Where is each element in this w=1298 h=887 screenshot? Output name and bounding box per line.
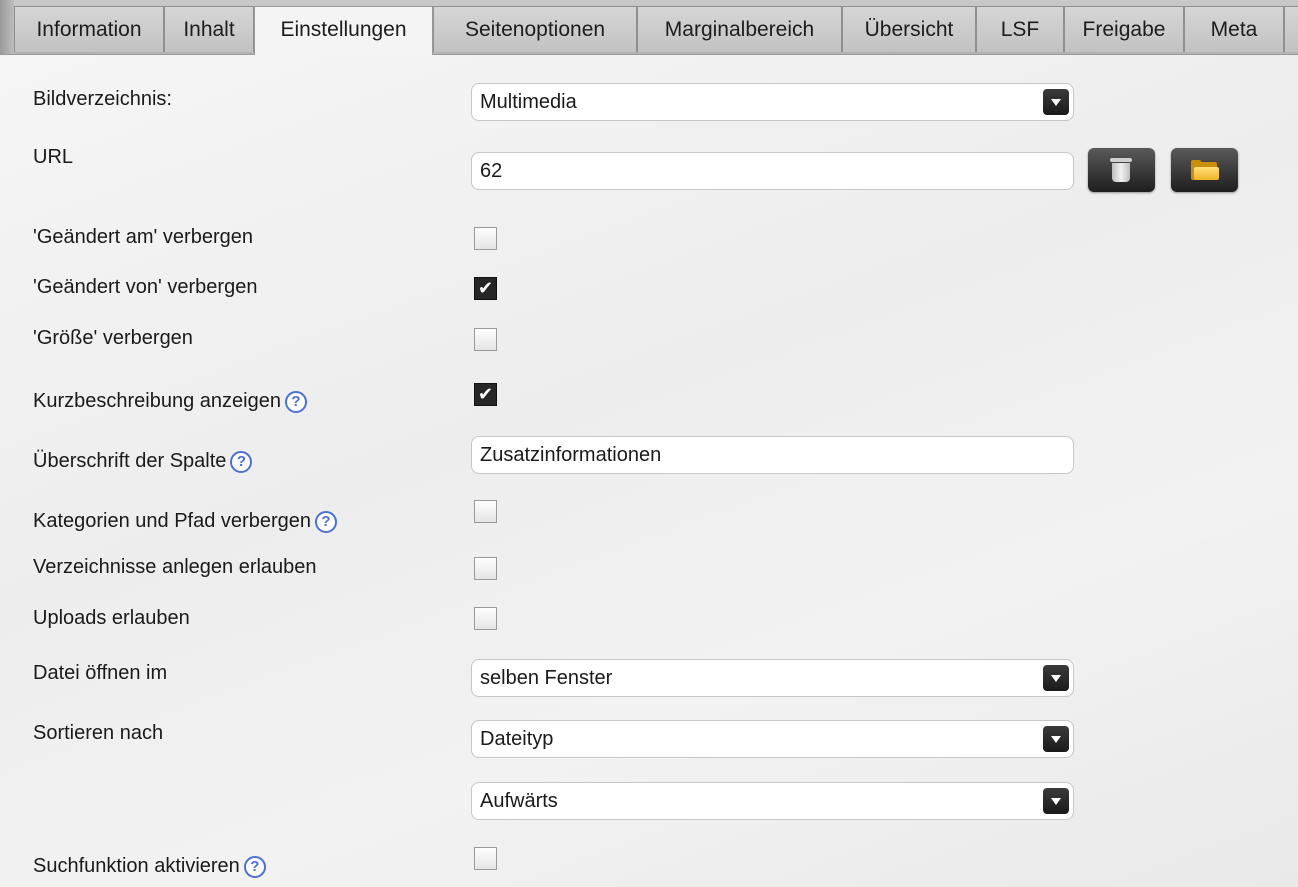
bildverzeichnis-value: Multimedia xyxy=(480,91,577,113)
bildverzeichnis-select[interactable]: Multimedia xyxy=(471,83,1074,121)
verzeichnisse-checkbox[interactable] xyxy=(474,557,497,580)
chevron-down-icon[interactable] xyxy=(1043,89,1069,115)
datei-oeffnen-label: Datei öffnen im xyxy=(33,662,168,684)
trash-icon xyxy=(1110,158,1132,182)
tab-seitenoptionen[interactable]: Seitenoptionen xyxy=(433,6,637,52)
sortieren-value: Dateityp xyxy=(480,728,554,750)
geaendert-am-checkbox[interactable] xyxy=(474,227,497,250)
kurzbeschreibung-checkbox[interactable]: ✔ xyxy=(474,383,497,406)
ueberschrift-value: Zusatzinformationen xyxy=(480,444,662,466)
help-icon[interactable]: ? xyxy=(230,451,253,473)
suchfunktion-label-text: Suchfunktion aktivieren xyxy=(33,855,240,877)
ueberschrift-label: Überschrift der Spalte? xyxy=(33,450,253,473)
chevron-down-icon[interactable] xyxy=(1043,665,1069,691)
tab-einstellungen[interactable]: Einstellungen xyxy=(254,6,433,55)
uploads-label: Uploads erlauben xyxy=(33,607,190,629)
tab-marginalbereich[interactable]: Marginalbereich xyxy=(637,6,842,52)
url-input[interactable]: 62 xyxy=(471,152,1074,190)
kategorien-label: Kategorien und Pfad verbergen? xyxy=(33,510,337,533)
kategorien-label-text: Kategorien und Pfad verbergen xyxy=(33,510,311,532)
tab-overflow[interactable] xyxy=(1284,6,1298,52)
tab-inhalt[interactable]: Inhalt xyxy=(164,6,254,52)
groesse-label: 'Größe' verbergen xyxy=(33,327,193,349)
kurzbeschreibung-label: Kurzbeschreibung anzeigen? xyxy=(33,390,307,413)
url-delete-button[interactable] xyxy=(1088,148,1155,192)
kurzbeschreibung-label-text: Kurzbeschreibung anzeigen xyxy=(33,390,281,412)
groesse-checkbox[interactable] xyxy=(474,328,497,351)
sortieren-select[interactable]: Dateityp xyxy=(471,720,1074,758)
tab-information[interactable]: Information xyxy=(14,6,164,52)
suchfunktion-label: Suchfunktion aktivieren? xyxy=(33,855,266,878)
url-browse-button[interactable] xyxy=(1171,148,1238,192)
help-icon[interactable]: ? xyxy=(284,391,307,413)
tab-meta[interactable]: Meta xyxy=(1184,6,1284,52)
sortier-reihenfolge-value: Aufwärts xyxy=(480,790,558,812)
datei-oeffnen-value: selben Fenster xyxy=(480,667,613,689)
tab-lsf[interactable]: LSF xyxy=(976,6,1064,52)
suchfunktion-checkbox[interactable] xyxy=(474,847,497,870)
verzeichnisse-label: Verzeichnisse anlegen erlauben xyxy=(33,556,317,578)
chevron-down-icon[interactable] xyxy=(1043,788,1069,814)
url-value: 62 xyxy=(480,160,503,182)
ueberschrift-input[interactable]: Zusatzinformationen xyxy=(471,436,1074,474)
bildverzeichnis-label: Bildverzeichnis: xyxy=(33,88,172,110)
sortier-reihenfolge-select[interactable]: Aufwärts xyxy=(471,782,1074,820)
kategorien-checkbox[interactable] xyxy=(474,500,497,523)
url-label: URL xyxy=(33,146,74,168)
folder-icon xyxy=(1191,160,1219,180)
tab-uebersicht[interactable]: Übersicht xyxy=(842,6,976,52)
tab-freigabe[interactable]: Freigabe xyxy=(1064,6,1184,52)
tab-bar: Information Inhalt Einstellungen Seiteno… xyxy=(0,0,1298,55)
geaendert-von-checkbox[interactable]: ✔ xyxy=(474,277,497,300)
help-icon[interactable]: ? xyxy=(314,511,337,533)
ueberschrift-label-text: Überschrift der Spalte xyxy=(33,450,227,472)
geaendert-von-label: 'Geändert von' verbergen xyxy=(33,276,258,298)
help-icon[interactable]: ? xyxy=(243,856,266,878)
geaendert-am-label: 'Geändert am' verbergen xyxy=(33,226,253,248)
chevron-down-icon[interactable] xyxy=(1043,726,1069,752)
datei-oeffnen-select[interactable]: selben Fenster xyxy=(471,659,1074,697)
uploads-checkbox[interactable] xyxy=(474,607,497,630)
tab-bar-edge xyxy=(0,0,14,54)
sortieren-label: Sortieren nach xyxy=(33,722,164,744)
